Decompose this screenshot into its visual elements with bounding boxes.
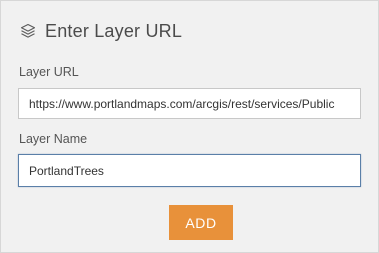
panel-header: Enter Layer URL [19, 18, 182, 44]
layer-url-label: Layer URL [19, 65, 79, 79]
layer-url-input[interactable] [18, 88, 361, 119]
layer-name-input[interactable] [18, 154, 361, 187]
panel-title: Enter Layer URL [45, 20, 183, 41]
add-button[interactable]: ADD [169, 205, 233, 240]
layer-name-label: Layer Name [19, 132, 88, 146]
enter-layer-url-panel: Enter Layer URL Layer URL Layer Name ADD [0, 0, 379, 253]
layers-icon [19, 22, 37, 40]
